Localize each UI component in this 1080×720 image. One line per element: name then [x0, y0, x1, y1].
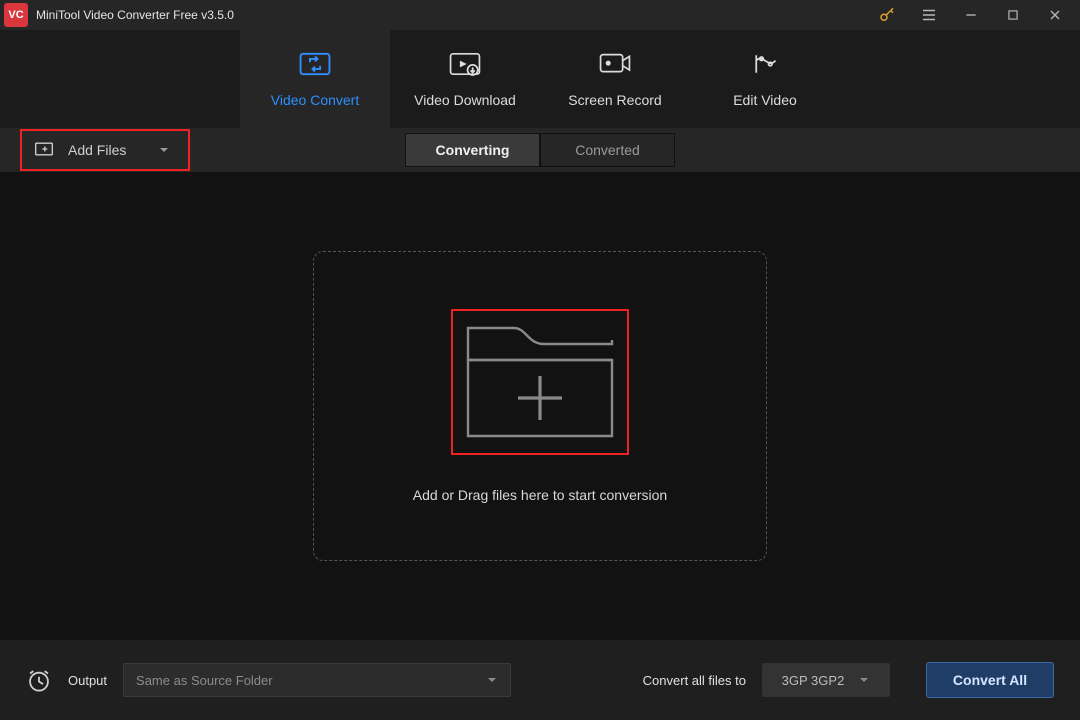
convert-all-button-label: Convert All — [953, 672, 1027, 688]
upgrade-key-icon[interactable] — [866, 0, 908, 30]
download-icon — [448, 50, 482, 81]
drop-instruction-text: Add or Drag files here to start conversi… — [413, 487, 667, 503]
tab-label: Video Download — [414, 92, 516, 108]
edit-icon — [750, 50, 780, 81]
convert-all-label: Convert all files to — [643, 673, 746, 688]
app-title: MiniTool Video Converter Free v3.5.0 — [36, 8, 234, 22]
sub-tabs: Converting Converted — [405, 133, 675, 167]
main-panel: Add or Drag files here to start conversi… — [0, 172, 1080, 640]
chevron-down-icon — [486, 673, 498, 688]
menu-icon[interactable] — [908, 0, 950, 30]
titlebar: VC MiniTool Video Converter Free v3.5.0 — [0, 0, 1080, 30]
convert-all-button[interactable]: Convert All — [926, 662, 1054, 698]
toolbar: Add Files Converting Converted — [0, 128, 1080, 172]
chevron-down-icon — [158, 142, 170, 158]
output-format-value: 3GP 3GP2 — [782, 673, 845, 688]
subtab-label: Converting — [436, 142, 510, 158]
tab-label: Edit Video — [733, 92, 797, 108]
add-folder-icon[interactable] — [451, 309, 629, 455]
maximize-button[interactable] — [992, 0, 1034, 30]
close-button[interactable] — [1034, 0, 1076, 30]
chevron-down-icon — [858, 673, 870, 688]
tab-label: Video Convert — [271, 92, 359, 108]
add-files-button[interactable]: Add Files — [20, 129, 190, 171]
output-folder-value: Same as Source Folder — [136, 673, 273, 688]
main-tabs: Video Convert Video Download Screen Reco… — [0, 30, 1080, 128]
output-label: Output — [68, 673, 107, 688]
subtab-converting[interactable]: Converting — [405, 133, 540, 167]
minimize-button[interactable] — [950, 0, 992, 30]
record-icon — [598, 50, 632, 81]
bottom-bar: Output Same as Source Folder Convert all… — [0, 640, 1080, 720]
tab-label: Screen Record — [568, 92, 661, 108]
tab-edit-video[interactable]: Edit Video — [690, 30, 840, 128]
convert-icon — [298, 50, 332, 81]
subtab-label: Converted — [575, 142, 640, 158]
tab-video-download[interactable]: Video Download — [390, 30, 540, 128]
tab-screen-record[interactable]: Screen Record — [540, 30, 690, 128]
schedule-icon[interactable] — [26, 667, 52, 693]
output-format-select[interactable]: 3GP 3GP2 — [762, 663, 890, 697]
output-folder-select[interactable]: Same as Source Folder — [123, 663, 511, 697]
add-file-icon — [34, 140, 54, 161]
tab-video-convert[interactable]: Video Convert — [240, 30, 390, 128]
app-logo: VC — [4, 3, 28, 27]
subtab-converted[interactable]: Converted — [540, 133, 675, 167]
drop-area[interactable]: Add or Drag files here to start conversi… — [313, 251, 767, 561]
add-files-label: Add Files — [68, 142, 126, 158]
